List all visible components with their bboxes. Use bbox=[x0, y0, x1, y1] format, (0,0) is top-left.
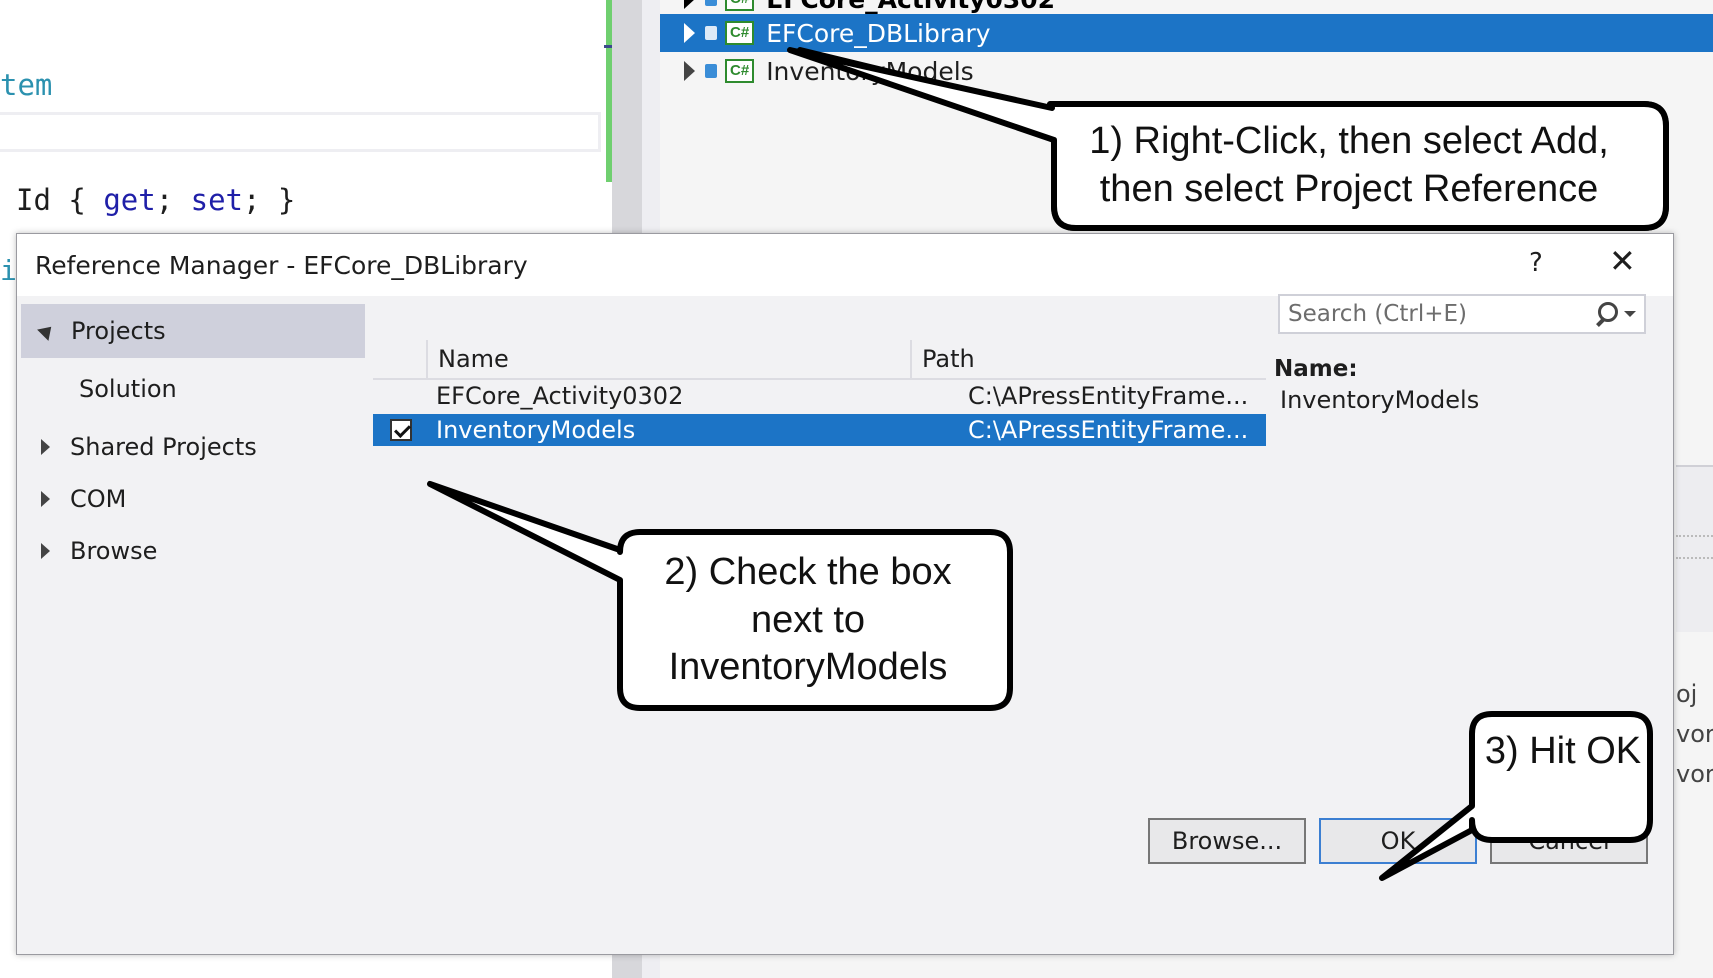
table-row-selected[interactable]: InventoryModels C:\APressEntityFrame... bbox=[373, 414, 1266, 446]
solution-item-label: InventoryModels bbox=[766, 56, 974, 86]
solution-item-selected[interactable]: C# EFCore_DBLibrary bbox=[660, 14, 1713, 52]
column-header-check[interactable] bbox=[373, 340, 428, 378]
search-box[interactable]: Search (Ctrl+E) bbox=[1278, 294, 1646, 334]
clipped-side-text: oj vorl vorl bbox=[1676, 680, 1713, 800]
row-path: C:\APressEntityFrame... bbox=[968, 416, 1249, 444]
nav-item-label: COM bbox=[70, 485, 127, 513]
row-name: InventoryModels bbox=[436, 416, 636, 444]
csharp-project-icon: C# bbox=[725, 59, 755, 83]
column-header-path[interactable]: Path bbox=[912, 340, 1266, 378]
code-line-system: tem bbox=[0, 68, 53, 102]
code-navigation-bar[interactable] bbox=[0, 112, 601, 152]
nav-item-label: Browse bbox=[70, 537, 158, 565]
cancel-button[interactable]: Cancel bbox=[1490, 818, 1648, 864]
code-identifier: Id bbox=[16, 183, 51, 217]
nav-item-solution[interactable]: Solution bbox=[21, 362, 365, 416]
code-keyword-get: get bbox=[103, 183, 156, 217]
help-button[interactable]: ? bbox=[1529, 248, 1543, 278]
nav-item-projects[interactable]: Projects bbox=[21, 304, 365, 358]
callout-2-text: 2) Check the box next to InventoryModels bbox=[664, 551, 952, 688]
code-line-property: Id { get; set; } bbox=[16, 183, 295, 217]
expand-arrow-icon[interactable] bbox=[41, 491, 50, 507]
column-header-name[interactable]: Name bbox=[428, 340, 912, 378]
solution-item[interactable]: C# InventoryModels bbox=[660, 52, 1713, 90]
details-name-label: Name: bbox=[1274, 356, 1358, 382]
solution-item-label: EFCore_DBLibrary bbox=[766, 18, 991, 48]
code-line-fragment: i bbox=[0, 254, 17, 287]
expand-arrow-icon[interactable] bbox=[684, 61, 695, 81]
code-keyword-set: set bbox=[190, 183, 244, 217]
nav-item-label: Solution bbox=[79, 375, 177, 403]
nav-item-com[interactable]: COM bbox=[21, 472, 365, 526]
clipped-text: vorl bbox=[1676, 720, 1713, 748]
chevron-down-icon[interactable] bbox=[1624, 311, 1636, 317]
nav-item-label: Projects bbox=[71, 317, 166, 345]
clipped-text: vorl bbox=[1676, 760, 1713, 788]
dialog-title: Reference Manager - EFCore_DBLibrary bbox=[35, 251, 528, 280]
close-button[interactable]: ✕ bbox=[1609, 242, 1636, 280]
clipped-text: oj bbox=[1676, 680, 1698, 708]
collapse-arrow-icon[interactable] bbox=[37, 321, 57, 341]
nav-item-browse[interactable]: Browse bbox=[21, 524, 365, 578]
csharp-project-icon: C# bbox=[725, 21, 755, 45]
code-brace-close: ; } bbox=[243, 183, 296, 217]
expand-arrow-icon[interactable] bbox=[684, 23, 695, 43]
include-checkbox[interactable] bbox=[389, 419, 412, 441]
expand-arrow-icon[interactable] bbox=[41, 543, 50, 559]
ok-button[interactable]: OK bbox=[1319, 818, 1477, 864]
code-brace: { bbox=[50, 183, 104, 217]
category-nav: Projects Solution Shared Projects COM Br… bbox=[17, 300, 365, 886]
lock-icon bbox=[705, 0, 717, 6]
solution-item-label: EFCore_Activity0302 bbox=[766, 0, 1055, 14]
dialog-titlebar[interactable]: Reference Manager - EFCore_DBLibrary ? ✕ bbox=[17, 234, 1673, 296]
csharp-project-icon: C# bbox=[725, 0, 755, 11]
expand-arrow-icon[interactable] bbox=[41, 439, 50, 455]
lock-icon bbox=[705, 64, 717, 78]
callout-3-text: 3) Hit OK bbox=[1484, 730, 1642, 772]
list-header: Name Path bbox=[373, 340, 1266, 380]
code-semicolon: ; bbox=[155, 183, 191, 217]
callout-1-text: 1) Right-Click, then select Add, then se… bbox=[1089, 120, 1609, 210]
nav-item-label: Shared Projects bbox=[70, 433, 257, 461]
table-row[interactable]: EFCore_Activity0302 C:\APressEntityFrame… bbox=[373, 380, 1266, 412]
pane-grip bbox=[1676, 535, 1713, 559]
lock-icon bbox=[705, 26, 717, 40]
row-checkbox-cell[interactable] bbox=[373, 419, 428, 441]
search-input[interactable]: Search (Ctrl+E) bbox=[1280, 301, 1594, 327]
browse-button[interactable]: Browse... bbox=[1148, 818, 1306, 864]
nav-item-shared-projects[interactable]: Shared Projects bbox=[21, 420, 365, 474]
row-path: C:\APressEntityFrame... bbox=[968, 382, 1249, 410]
search-icon[interactable] bbox=[1594, 302, 1618, 326]
details-name-value: InventoryModels bbox=[1280, 386, 1480, 414]
expand-arrow-icon[interactable] bbox=[684, 0, 695, 9]
row-name: EFCore_Activity0302 bbox=[436, 382, 684, 410]
